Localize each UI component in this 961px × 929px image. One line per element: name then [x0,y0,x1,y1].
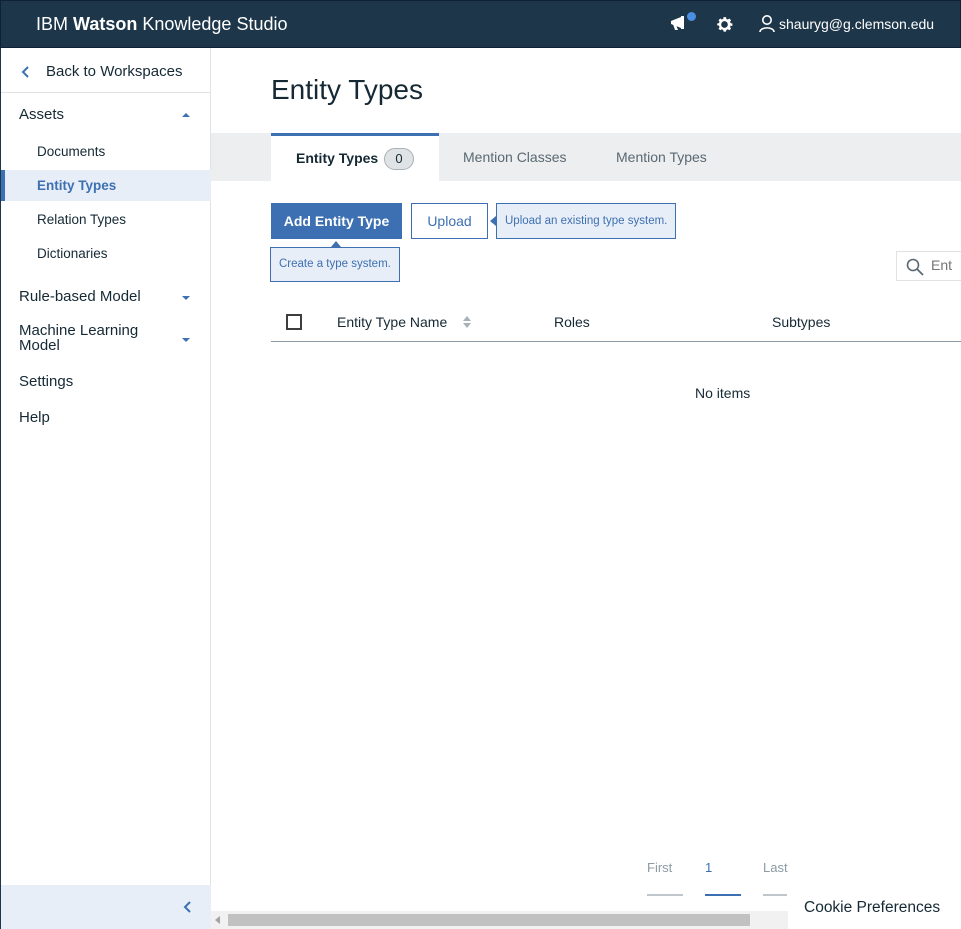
add-entity-type-button[interactable]: Add Entity Type [271,203,402,239]
page-title: Entity Types [271,74,424,105]
column-header-subtypes: Subtypes [772,314,831,330]
sort-icon[interactable] [462,315,472,334]
chevron-left-icon [183,900,191,918]
table-header: Entity Type Name Roles Subtypes [271,304,961,342]
pagination-underline [705,894,741,896]
caret-down-icon [182,338,190,342]
horizontal-scrollbar[interactable] [211,911,788,929]
scrollbar-thumb[interactable] [228,914,750,926]
brand-prefix: IBM [36,14,69,34]
tab-label: Entity Types [296,150,379,166]
column-header-name[interactable]: Entity Type Name [337,314,447,330]
gear-icon[interactable] [715,15,734,39]
scroll-left-arrow-icon[interactable] [215,916,220,924]
back-to-workspaces-link[interactable]: Back to Workspaces [1,48,211,93]
select-all-checkbox[interactable] [286,314,302,330]
pagination-underline [763,894,787,896]
tab-entity-types[interactable]: Entity Types 0 [271,133,439,181]
caret-down-icon [182,296,190,300]
sidebar-item-machine-learning-model[interactable]: Machine Learning Model [1,323,211,357]
sidebar-item-label: Dictionaries [37,246,108,261]
user-email[interactable]: shauryg@g.clemson.edu [779,16,934,32]
sidebar-item-settings[interactable]: Settings [1,373,211,395]
search-box [896,251,961,281]
tab-mention-classes[interactable]: Mention Classes [439,133,587,181]
tab-mention-types[interactable]: Mention Types [591,133,731,181]
sidebar-item-documents[interactable]: Documents [1,136,211,167]
sidebar-item-label: Assets [19,106,65,123]
sidebar-collapse-button[interactable] [1,885,211,929]
sidebar-item-label: Relation Types [37,212,127,227]
chevron-left-icon [21,65,29,83]
sidebar-item-rule-based-model[interactable]: Rule-based Model [1,288,211,310]
sidebar-item-relation-types[interactable]: Relation Types [1,204,211,235]
sidebar-item-dictionaries[interactable]: Dictionaries [1,238,211,269]
pagination-label: First [647,860,673,875]
caret-up-icon [182,113,190,117]
column-header-roles: Roles [554,314,590,330]
back-label: Back to Workspaces [46,63,183,80]
sidebar: Back to Workspaces Assets Documents Enti… [0,48,211,929]
pagination-label: 1 [705,860,713,875]
pagination-last[interactable]: Last [763,860,788,896]
pagination-underline [647,894,683,896]
sidebar-item-label: Help [19,409,50,426]
brand-suffix: Knowledge Studio [142,14,288,34]
sidebar-item-label: Machine Learning Model [19,323,138,353]
pagination-first[interactable]: First [647,860,683,896]
upload-tooltip: Upload an existing type system. [489,203,677,239]
tab-label: Mention Types [616,149,707,165]
tab-bar: Entity Types 0 Mention Classes Mention T… [211,133,961,181]
count-badge: 0 [384,148,414,170]
brand-bold: Watson [73,14,138,34]
empty-state-text: No items [695,385,751,401]
sidebar-item-help[interactable]: Help [1,409,211,431]
top-bar: IBM Watson Knowledge Studio shauryg@g.cl… [0,0,961,48]
search-input[interactable] [931,257,961,273]
sidebar-item-label: Entity Types [37,178,117,193]
sidebar-item-label: Rule-based Model [19,288,141,305]
app-brand[interactable]: IBM Watson Knowledge Studio [36,14,287,35]
upload-button[interactable]: Upload [411,203,488,239]
sidebar-item-label: Documents [37,144,106,159]
tab-label: Mention Classes [463,149,567,165]
label-line-2: Model [19,337,60,354]
pagination-page-1[interactable]: 1 [705,860,741,896]
sidebar-item-entity-types[interactable]: Entity Types [1,170,211,201]
main-content: Entity Types Entity Types 0 Mention Clas… [211,48,961,929]
search-icon [906,258,924,281]
sidebar-item-assets[interactable]: Assets [1,106,211,128]
pagination-label: Last [763,860,788,875]
cookie-preferences-button[interactable]: Cookie Preferences [788,888,961,929]
cookie-label: Cookie Preferences [804,899,941,916]
sidebar-item-label: Settings [19,373,74,390]
user-icon[interactable] [759,14,775,38]
notification-dot [687,12,696,21]
create-tooltip: Create a type system. [270,241,400,282]
